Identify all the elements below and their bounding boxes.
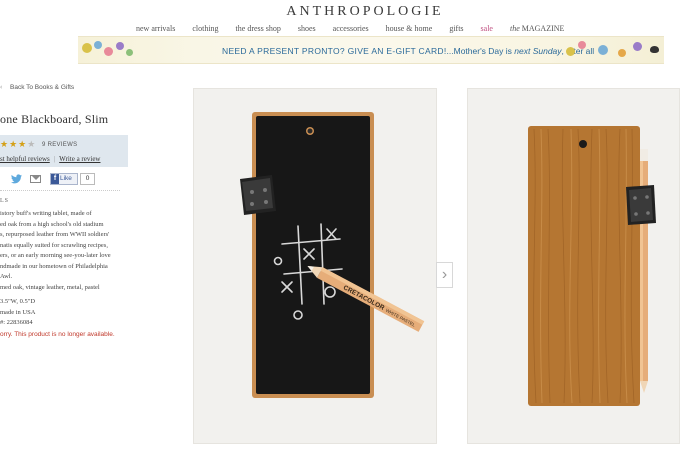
facebook-like-label: Like [60,175,72,182]
flower-decoration [116,42,124,50]
promo-sub-start: Mother's Day is [453,46,515,56]
spec-dimensions: 3.5"W, 0.5"D [0,298,36,305]
description-line: s, repurposed leather from WWII soldiers… [0,231,110,238]
nav-item-accessories[interactable]: accessories [333,24,369,33]
flower-decoration [566,47,575,56]
flower-decoration [94,41,102,49]
facebook-icon: f [51,174,59,184]
promo-banner[interactable]: NEED A PRESENT PRONTO? GIVE AN E-GIFT CA… [78,36,664,64]
nav-item-shoes[interactable]: shoes [298,24,316,33]
description-line: ed oak from a high school's old stadium [0,220,104,228]
review-links: st helpful reviews | Write a review [0,155,100,163]
spec-item-number: #: 22836084 [0,319,33,326]
promo-headline: NEED A PRESENT PRONTO? GIVE AN E-GIFT CA… [222,46,447,56]
flower-decoration [104,47,113,56]
star-icon: ★ [9,139,19,149]
flower-decoration [618,49,626,57]
product-image-back[interactable] [467,88,680,444]
flower-decoration [578,41,586,49]
link-separator: | [53,155,56,163]
nav-item-dress-shop[interactable]: the dress shop [236,24,281,33]
flower-decoration [633,42,642,51]
description-line: natis equally suited for scrawling recip… [0,241,108,249]
details-heading: LS [0,198,10,204]
facebook-like-count: 0 [80,173,95,185]
helpful-reviews-link[interactable]: st helpful reviews [0,155,50,163]
back-link[interactable]: Back To Books & Gifts [10,84,74,91]
blackboard-front-illustration: CRETACOLOR WHITE PASTEL [240,112,425,398]
main-nav: new arrivals clothing the dress shop sho… [136,24,581,33]
back-arrow-icon[interactable]: ‹ [0,83,2,91]
nav-item-house-home[interactable]: house & home [386,24,433,33]
nav-item-clothing[interactable]: clothing [192,24,218,33]
rating-stars[interactable]: ★★★★ [0,139,36,150]
flower-decoration [126,49,133,56]
star-icon: ★ [0,139,10,149]
availability-message: orry. This product is no longer availabl… [0,331,115,338]
facebook-like-button[interactable]: f Like [50,173,78,185]
flower-decoration [82,43,92,53]
product-description: istory buff's writing tablet, made of ed… [0,209,130,293]
promo-ellipsis: ... [446,46,454,56]
promo-sub-italic: next Sunday [514,46,562,56]
write-review-link[interactable]: Write a review [59,155,100,163]
next-image-button[interactable]: › [436,262,453,288]
description-line: med oak, vintage leather, metal, pastel [0,283,100,291]
twitter-icon[interactable] [11,174,22,184]
review-count[interactable]: 9 REVIEWS [42,142,77,148]
product-title: one Blackboard, Slim [0,112,109,126]
description-line: ers, or an early morning see-you-later l… [0,252,111,259]
nav-item-gifts[interactable]: gifts [449,24,463,33]
star-empty-icon: ★ [27,139,37,149]
nav-item-sale[interactable]: sale [481,24,493,33]
divider [0,190,120,191]
blackboard-back-illustration [528,126,656,406]
reviews-box: ★★★★ 9 REVIEWS st helpful reviews | Write … [0,135,128,167]
spec-origin: made in USA [0,308,36,316]
description-line: Awl. [0,273,13,280]
product-specs: 3.5"W, 0.5"D made in USA #: 22836084 [0,297,35,329]
bird-decoration [650,46,659,53]
description-line: istory buff's writing tablet, made of [0,210,92,217]
flower-decoration [598,45,608,55]
nav-item-new-arrivals[interactable]: new arrivals [136,24,175,33]
magazine-label: MAGAZINE [521,24,565,33]
chevron-right-icon: › [441,266,448,283]
brand-logo[interactable]: ANTHROPOLOGIE [0,4,680,20]
nav-item-magazine[interactable]: the MAGAZINE [510,24,564,33]
product-image-front[interactable]: CRETACOLOR WHITE PASTEL [193,88,437,444]
description-line: ndmade in our hometown of Philadelphia [0,262,108,270]
magazine-prefix: the [509,24,520,33]
star-icon: ★ [18,139,28,149]
promo-text[interactable]: NEED A PRESENT PRONTO? GIVE AN E-GIFT CA… [222,46,594,56]
email-icon[interactable] [30,175,41,183]
